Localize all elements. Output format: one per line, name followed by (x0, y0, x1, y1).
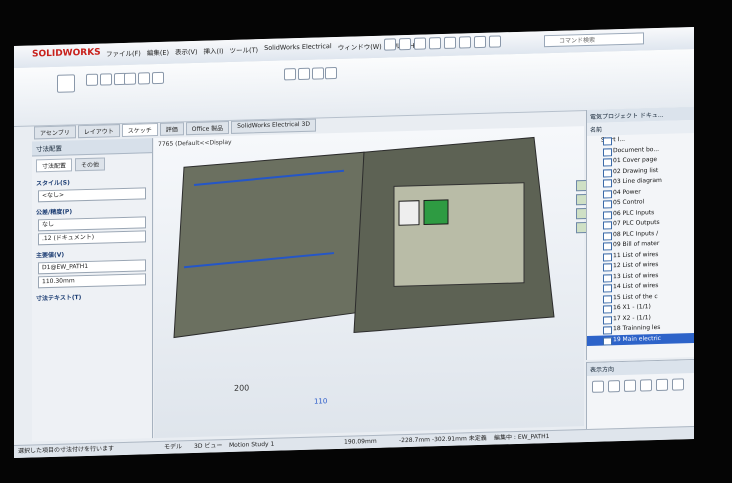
dimension-text-section[interactable]: 寸法テキスト(T) (32, 287, 152, 303)
status-hint: 選択した項目の寸法付けを行います (18, 445, 115, 455)
list-item-selected[interactable]: 19 Main electric (587, 332, 694, 346)
tab-evaluate[interactable]: 評価 (159, 122, 184, 136)
tab-layout[interactable]: レイアウト (77, 124, 120, 139)
menu-file[interactable]: ファイル(F) (106, 47, 141, 58)
select-icon[interactable] (459, 36, 471, 49)
graphics-viewport[interactable]: 7765 (Default<<Display 200 110 (154, 126, 584, 439)
view-top-icon[interactable] (656, 378, 668, 392)
menu-insert[interactable]: 挿入(I) (204, 45, 224, 56)
search-input[interactable]: コマンド検索 (544, 32, 644, 48)
status-editing: 編集中 : EW_PATH1 (494, 433, 550, 442)
dimension-200[interactable]: 200 (234, 383, 249, 392)
save-icon[interactable] (414, 37, 426, 50)
solidworks-logo: SOLIDWORKS (32, 47, 101, 60)
options-icon[interactable] (489, 35, 501, 48)
menu-window[interactable]: ウィンドウ(W) (338, 41, 382, 52)
view-left-icon[interactable] (624, 379, 636, 392)
tab-electrical-3d[interactable]: SolidWorks Electrical 3D (231, 118, 316, 134)
view-orientation-panel: 表示方向 (586, 358, 694, 430)
tab-model[interactable]: モデル (164, 441, 182, 454)
rapid-sketch-icon[interactable] (311, 67, 324, 80)
tolerance-dropdown[interactable]: なし (38, 216, 146, 232)
breaker (398, 200, 420, 226)
convert-icon[interactable] (137, 72, 150, 85)
tolerance-section[interactable]: 公差/精度(P) (32, 201, 152, 217)
view-right-icon[interactable] (640, 379, 652, 392)
tab-dimension-placement[interactable]: 寸法配置 (36, 158, 73, 173)
dimension-icon (57, 74, 75, 93)
rebuild-icon[interactable] (474, 35, 486, 49)
precision-dropdown[interactable]: .12 (ドキュメント) (38, 230, 146, 246)
style-dropdown[interactable]: <なし> (38, 187, 146, 203)
view-iso-icon[interactable] (672, 378, 684, 391)
smart-dimension-button[interactable] (54, 74, 78, 105)
status-coordinates: -228.7mm -302.91mm 未定義 (399, 434, 487, 445)
dimension-110[interactable]: 110 (314, 397, 327, 405)
electrical-project-panel: 電気プロジェクト ドキュ... 名前 Start I... Document b… (586, 106, 694, 361)
cabinet-door (173, 151, 365, 339)
relation-icon[interactable] (284, 68, 296, 81)
menu-tools[interactable]: ツール(T) (230, 44, 259, 55)
dimension-value-field[interactable]: 110.30mm (38, 273, 146, 289)
application-window: SOLIDWORKS ファイル(F) 編集(E) 表示(V) 挿入(I) ツール… (14, 27, 694, 458)
relations-tools (284, 66, 338, 82)
sketch-tools (86, 72, 126, 88)
menu-edit[interactable]: 編集(E) (147, 47, 169, 58)
dimension-name-field[interactable]: D1@EW_PATH1 (38, 259, 146, 275)
menu-bar: ファイル(F) 編集(E) 表示(V) 挿入(I) ツール(T) SolidWo… (106, 40, 417, 59)
sketch-edit-tools (124, 71, 164, 87)
cabinet-model: 200 110 (173, 136, 555, 406)
style-section[interactable]: スタイル(S) (32, 172, 152, 188)
terminal-block (423, 199, 449, 226)
menu-electrical[interactable]: SolidWorks Electrical (264, 42, 332, 54)
tab-other[interactable]: その他 (75, 157, 106, 172)
undo-icon[interactable] (444, 36, 456, 49)
line-icon[interactable] (86, 73, 98, 86)
property-manager: 寸法配置 寸法配置 その他 スタイル(S) <なし> 公差/精度(P) なし .… (32, 138, 153, 442)
status-length: 190.09mm (344, 437, 377, 446)
view-back-icon[interactable] (608, 380, 620, 393)
primary-value-section[interactable]: 主要値(V) (32, 244, 152, 260)
tab-motion-study[interactable]: Motion Study 1 (229, 439, 274, 452)
instant-2d-icon[interactable] (325, 66, 338, 80)
tab-3d-view[interactable]: 3D ビュー (194, 440, 222, 453)
menu-view[interactable]: 表示(V) (175, 46, 198, 57)
tab-sketch[interactable]: スケッチ (121, 122, 158, 137)
tab-assembly[interactable]: アセンブリ (34, 125, 76, 140)
tab-office[interactable]: Office 製品 (185, 120, 230, 136)
view-front-icon[interactable] (592, 380, 604, 393)
mounting-plate (393, 182, 525, 287)
quick-access-toolbar (384, 35, 501, 51)
quick-snap-icon[interactable] (297, 67, 310, 81)
new-icon[interactable] (384, 38, 396, 51)
print-icon[interactable] (429, 37, 441, 50)
trim-icon[interactable] (124, 72, 136, 85)
open-icon[interactable] (399, 37, 411, 51)
offset-icon[interactable] (151, 71, 164, 85)
rectangle-icon[interactable] (99, 73, 112, 86)
